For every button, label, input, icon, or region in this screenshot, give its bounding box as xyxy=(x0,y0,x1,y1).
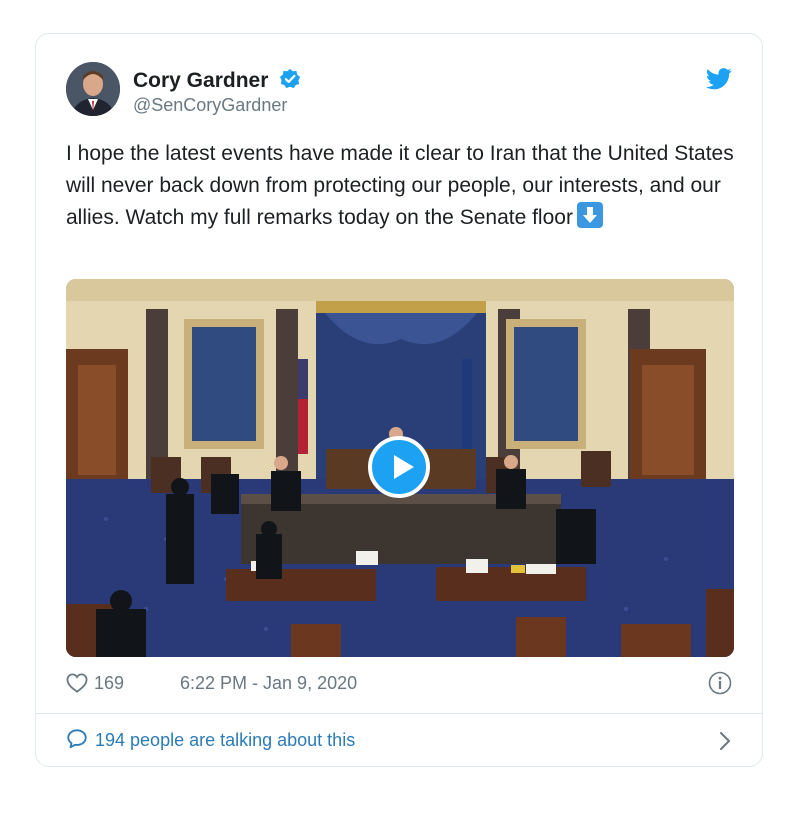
divider xyxy=(36,713,762,714)
avatar[interactable] xyxy=(66,62,120,116)
verified-badge-icon xyxy=(279,68,301,96)
info-icon[interactable] xyxy=(708,671,732,700)
chevron-right-icon xyxy=(718,730,732,757)
video-player[interactable] xyxy=(66,279,734,657)
conversation-text: 194 people are talking about this xyxy=(95,730,356,750)
display-name[interactable]: Cory Gardner xyxy=(133,68,301,96)
conversation-label: 194 people are talking about this xyxy=(66,728,355,751)
tweet-timestamp[interactable]: 6:22 PM - Jan 9, 2020 xyxy=(180,673,357,694)
like-button[interactable]: 169 xyxy=(66,673,124,694)
tweet-text: I hope the latest events have made it cl… xyxy=(66,138,736,234)
display-name-text: Cory Gardner xyxy=(133,69,269,92)
speech-bubble-icon xyxy=(67,729,87,749)
conversation-link[interactable]: 194 people are talking about this xyxy=(66,728,732,756)
twitter-bird-icon[interactable] xyxy=(705,68,732,95)
tweet-meta: 169 6:22 PM - Jan 9, 2020 xyxy=(66,671,732,699)
tweet-card: Cory Gardner @SenCoryGardner I hope the … xyxy=(35,33,763,767)
down-arrow-emoji xyxy=(576,202,603,228)
tweet-text-body: I hope the latest events have made it cl… xyxy=(66,142,734,229)
heart-icon xyxy=(66,673,88,693)
user-handle[interactable]: @SenCoryGardner xyxy=(133,95,287,116)
like-count: 169 xyxy=(94,673,125,693)
play-button[interactable] xyxy=(368,436,430,498)
tweet-header: Cory Gardner @SenCoryGardner xyxy=(66,62,732,118)
